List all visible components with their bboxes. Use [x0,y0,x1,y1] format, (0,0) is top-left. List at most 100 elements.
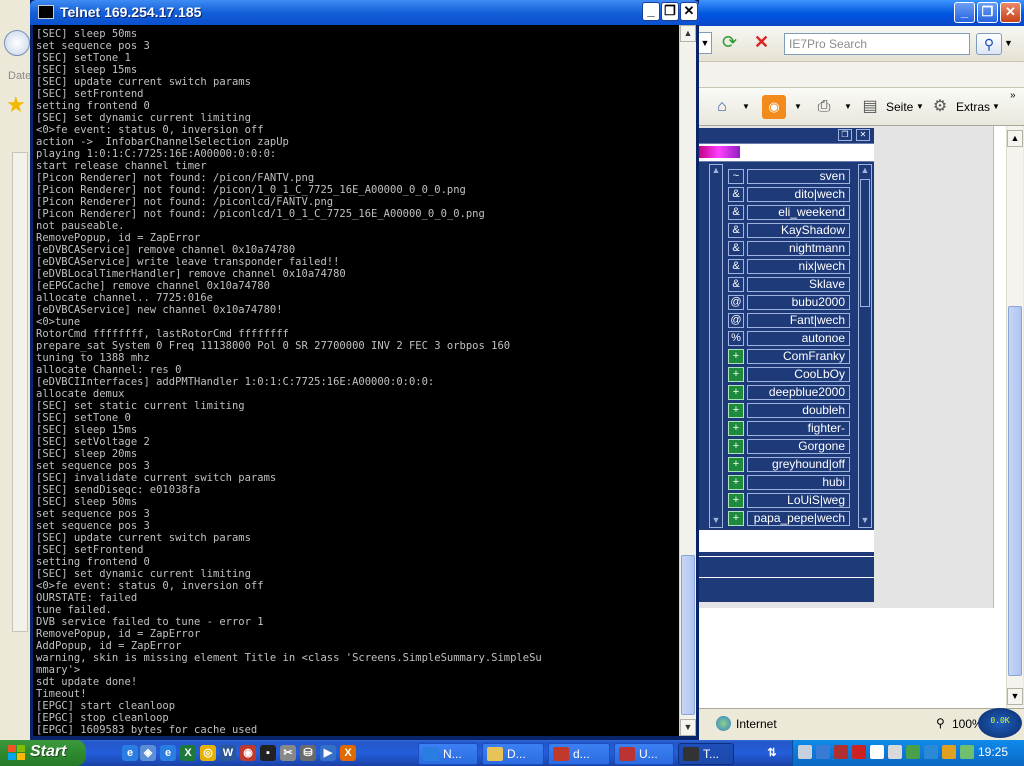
stop-icon[interactable]: ✕ [754,32,769,53]
home-dropdown-icon[interactable]: ▼ [742,102,750,111]
taskbar-button[interactable]: T... [678,743,734,765]
rss-dropdown-icon[interactable]: ▼ [794,102,802,111]
user-nickname[interactable]: autonoe [747,331,850,346]
quicklaunch-excel-icon[interactable]: X [180,745,196,761]
telnet-minimize-button[interactable]: _ [642,2,660,21]
quicklaunch-ie-icon[interactable]: e [122,745,138,761]
terminal-scroll-up-icon[interactable]: ▲ [680,25,696,42]
tools-menu-label[interactable]: Extras [956,100,990,114]
user-nickname[interactable]: bubu2000 [747,295,850,310]
browser-maximize-button[interactable]: ❐ [977,2,998,23]
browser-back-icon[interactable] [4,30,30,56]
print-dropdown-icon[interactable]: ▼ [844,102,852,111]
favorites-star-icon[interactable]: ★ [6,92,26,118]
chat-user-row[interactable]: + CooLbOy [728,367,850,382]
chat-user-row[interactable]: % autonoe [728,331,850,346]
chat-user-row[interactable]: + fighter- [728,421,850,436]
chat-user-row[interactable]: @ bubu2000 [728,295,850,310]
tray-icon-5[interactable] [870,745,884,759]
user-nickname[interactable]: Sklave [747,277,850,292]
userlist-scroll-up-icon[interactable]: ▲ [859,165,871,177]
scroll-thumb[interactable] [1008,306,1022,676]
taskbar-overflow-icon[interactable]: ⇅ [764,745,780,761]
browser-close-button[interactable]: ✕ [1000,2,1021,23]
search-input[interactable]: IE7Pro Search [784,33,970,55]
chat-user-row[interactable]: + doubleh [728,403,850,418]
chat-restore-icon[interactable]: ❐ [838,129,852,141]
tray-icon-8[interactable] [924,745,938,759]
terminal-output[interactable]: [SEC] sleep 50ms set sequence pos 3 [SEC] … [33,25,679,736]
chat-left-scroll-up-icon[interactable]: ▲ [710,165,722,177]
toolbar-chevron-icon[interactable]: » [1010,90,1016,101]
quicklaunch-outlook-icon[interactable]: ◎ [200,745,216,761]
quicklaunch-word-icon[interactable]: W [220,745,236,761]
taskbar-button[interactable]: U... [614,743,674,765]
user-nickname[interactable]: fighter- [747,421,850,436]
quicklaunch-app-icon[interactable]: ◈ [140,745,156,761]
chat-user-row[interactable]: + ComFranky [728,349,850,364]
userlist-scroll-thumb[interactable] [860,179,870,307]
zoom-icon[interactable]: ⚲ [936,716,945,730]
chat-close-icon[interactable]: ✕ [856,129,870,141]
user-nickname[interactable]: deepblue2000 [747,385,850,400]
scroll-down-icon[interactable]: ▼ [1007,688,1023,705]
chat-user-row[interactable]: ~ sven [728,169,850,184]
search-icon[interactable]: ⚲ [976,33,1002,55]
taskbar-button[interactable]: D... [482,743,544,765]
tools-gear-icon[interactable]: ⚙ [928,95,952,119]
user-nickname[interactable]: nix|wech [747,259,850,274]
user-nickname[interactable]: sven [747,169,850,184]
page-icon[interactable]: ▤ [858,95,882,119]
browser-scrollbar[interactable]: ▲ ▼ [1006,126,1023,708]
chat-user-row[interactable]: & nix|wech [728,259,850,274]
chat-user-row[interactable]: + deepblue2000 [728,385,850,400]
tray-icon-7[interactable] [906,745,920,759]
scroll-up-icon[interactable]: ▲ [1007,130,1023,147]
terminal-scroll-thumb[interactable] [681,555,695,715]
chat-left-scrollbar[interactable]: ▲ ▼ [709,164,723,528]
chat-user-row[interactable]: + Gorgone [728,439,850,454]
page-menu-label[interactable]: Seite [886,100,913,114]
tray-icon-10[interactable] [960,745,974,759]
page-dropdown-icon[interactable]: ▼ [916,102,924,111]
chat-user-row[interactable]: & eli_weekend [728,205,850,220]
refresh-icon[interactable]: ⟳ [722,32,737,53]
quicklaunch-terminal-icon[interactable]: ▪ [260,745,276,761]
user-nickname[interactable]: doubleh [747,403,850,418]
tray-icon-2[interactable] [816,745,830,759]
quicklaunch-media-icon[interactable]: ◉ [240,745,256,761]
quicklaunch-network-icon[interactable]: ⛁ [300,745,316,761]
chat-left-scroll-down-icon[interactable]: ▼ [710,515,722,527]
taskbar-button[interactable]: d... [548,743,610,765]
user-nickname[interactable]: eli_weekend [747,205,850,220]
user-nickname[interactable]: ComFranky [747,349,850,364]
chat-user-row[interactable]: @ Fant|wech [728,313,850,328]
user-nickname[interactable]: KayShadow [747,223,850,238]
user-nickname[interactable]: Fant|wech [747,313,850,328]
chat-user-row[interactable]: & nightmann [728,241,850,256]
terminal-icon[interactable] [38,5,54,19]
tray-icon-4[interactable] [852,745,866,759]
chat-user-row[interactable]: & Sklave [728,277,850,292]
chat-userlist-scrollbar[interactable]: ▲ ▼ [858,164,872,528]
quicklaunch-player-icon[interactable]: ▶ [320,745,336,761]
quicklaunch-tools-icon[interactable]: ✂ [280,745,296,761]
chat-user-row[interactable]: + LoUiS|weg [728,493,850,508]
print-icon[interactable]: ⎙ [812,95,836,119]
telnet-maximize-button[interactable]: ❐ [661,2,679,21]
tray-icon-1[interactable] [798,745,812,759]
taskbar-button[interactable]: N... [418,743,478,765]
taskbar-clock[interactable]: 19:25 [978,745,1008,759]
chat-footer-bar[interactable] [698,556,874,578]
telnet-close-button[interactable]: ✕ [680,2,698,21]
user-nickname[interactable]: nightmann [747,241,850,256]
terminal-scroll-down-icon[interactable]: ▼ [680,719,696,736]
user-nickname[interactable]: Gorgone [747,439,850,454]
tray-icon-6[interactable] [888,745,902,759]
chat-user-row[interactable]: + papa_pepe|wech [728,511,850,526]
terminal-scrollbar[interactable]: ▲ ▼ [679,25,696,736]
chat-user-row[interactable]: + greyhound|off [728,457,850,472]
chat-user-row[interactable]: & dito|wech [728,187,850,202]
quicklaunch-x-icon[interactable]: X [340,745,356,761]
browser-minimize-button[interactable]: _ [954,2,975,23]
